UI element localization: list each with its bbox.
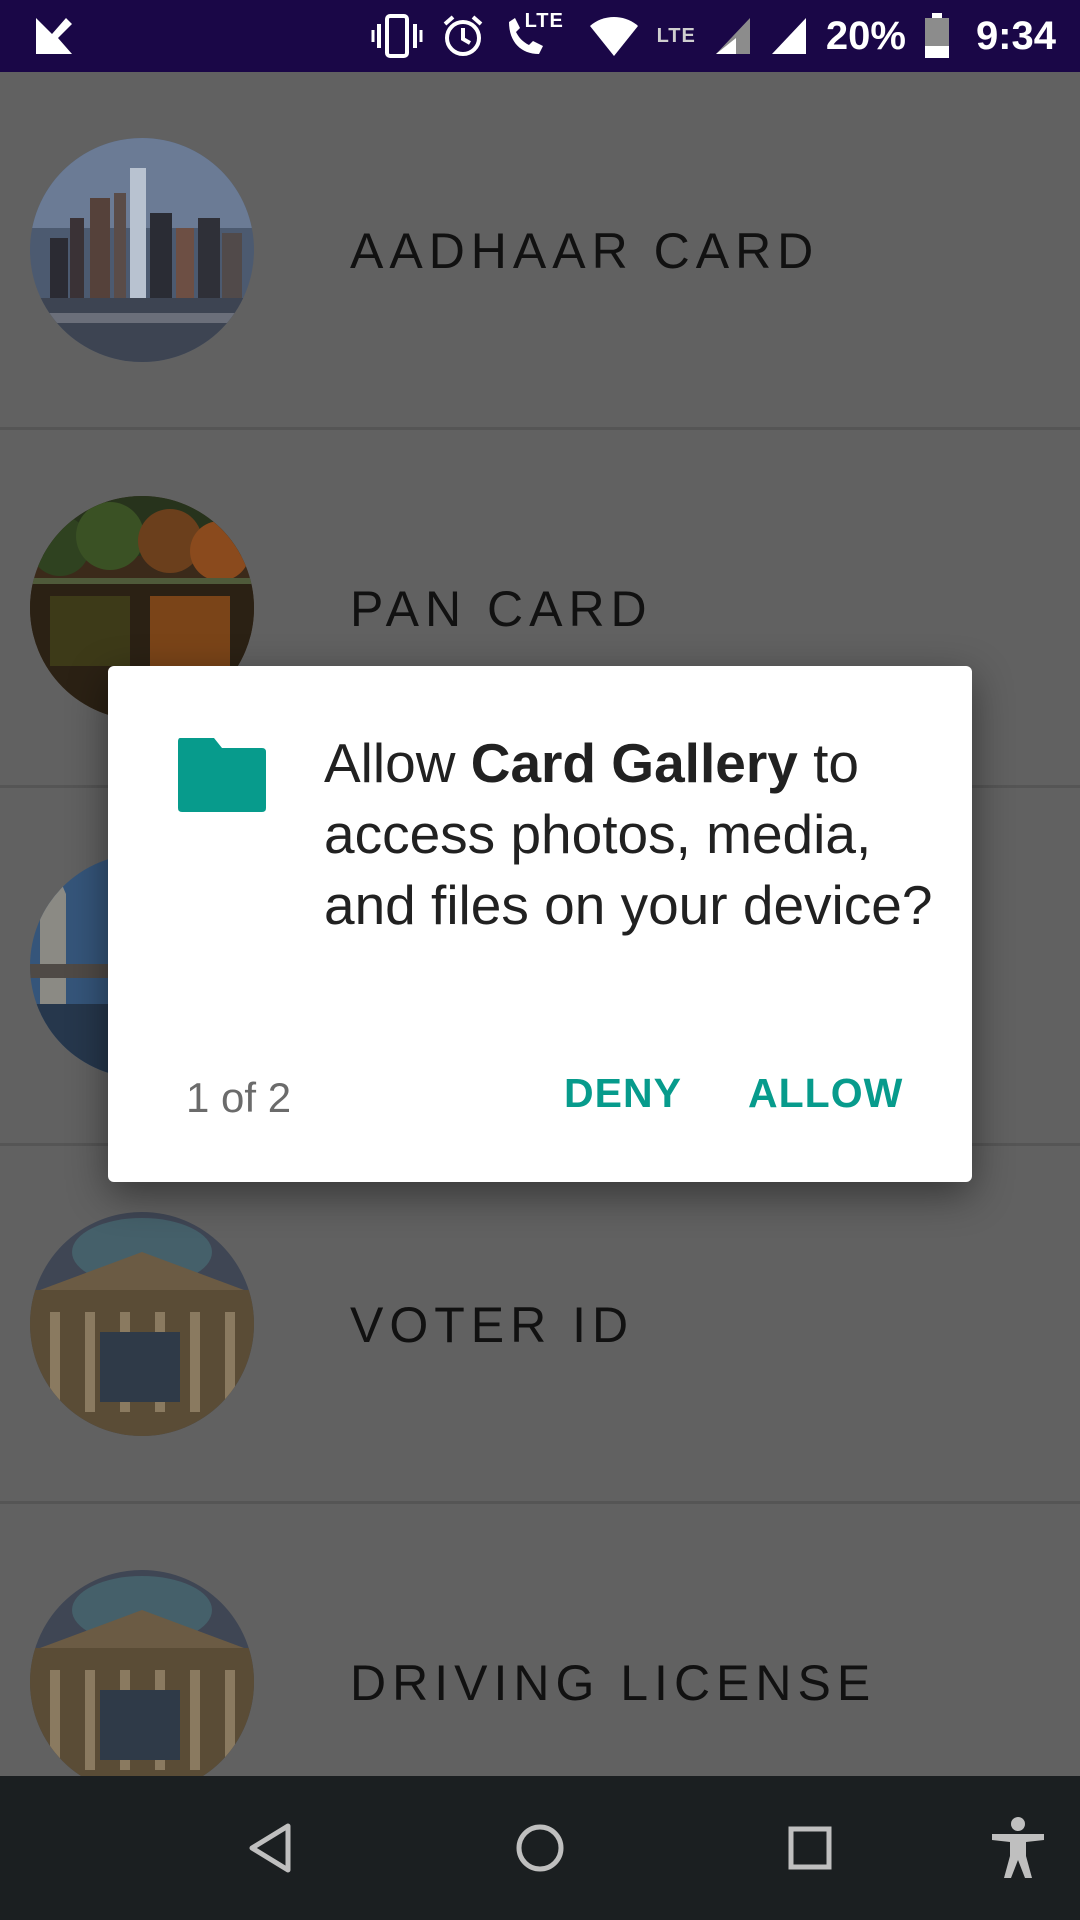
allow-button[interactable]: ALLOW: [748, 1070, 903, 1117]
app-check-icon: [32, 14, 80, 58]
status-bar: LTE LTE 20% 9:34: [0, 0, 1080, 72]
lte-call-label: LTE: [524, 10, 564, 32]
permission-count: 1 of 2: [186, 1074, 292, 1121]
city-skyline-photo: [30, 138, 254, 362]
clock: 9:34: [975, 13, 1056, 58]
wifi-icon: [589, 16, 639, 56]
parliament-building-photo: [30, 1212, 254, 1436]
lte-label: LTE: [656, 24, 696, 47]
list-item-label: PAN CARD: [350, 581, 653, 637]
parliament-building-photo: [30, 1570, 254, 1794]
list-item-label: AADHAAR CARD: [350, 223, 820, 279]
home-icon[interactable]: [504, 1812, 576, 1884]
alarm-icon: [441, 14, 485, 58]
signal-icon: [770, 16, 808, 56]
vibrate-icon: [371, 14, 423, 58]
back-icon[interactable]: [234, 1812, 306, 1884]
signal-icon: [714, 16, 752, 56]
list-item-label: VOTER ID: [350, 1297, 635, 1353]
navigation-bar: [0, 1776, 1080, 1920]
volte-call-icon: LTE: [503, 10, 563, 58]
permission-message: Allow Card Gallery to access photos, med…: [324, 732, 933, 936]
list-item-label: DRIVING LICENSE: [350, 1655, 877, 1711]
app-name: Card Gallery: [470, 732, 798, 794]
battery-icon: [924, 13, 950, 59]
list-item[interactable]: VOTER ID: [0, 1146, 1080, 1504]
list-item[interactable]: AADHAAR CARD: [0, 72, 1080, 430]
deny-button[interactable]: DENY: [564, 1070, 682, 1117]
battery-percent: 20%: [825, 13, 906, 58]
recents-icon[interactable]: [774, 1812, 846, 1884]
accessibility-icon[interactable]: [982, 1812, 1054, 1884]
permission-dialog: Allow Card Gallery to access photos, med…: [108, 666, 972, 1182]
folder-icon: [176, 738, 268, 812]
